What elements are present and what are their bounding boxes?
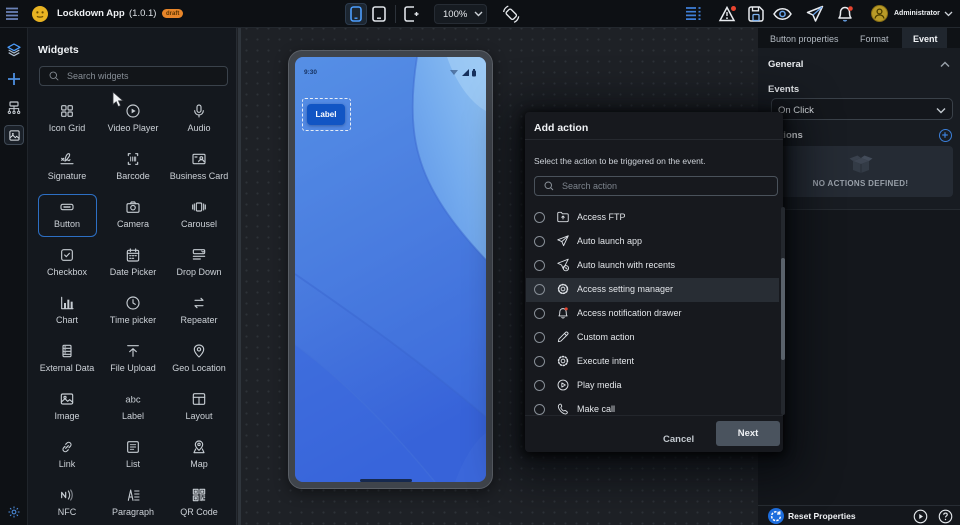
- svg-text:abc: abc: [125, 395, 140, 406]
